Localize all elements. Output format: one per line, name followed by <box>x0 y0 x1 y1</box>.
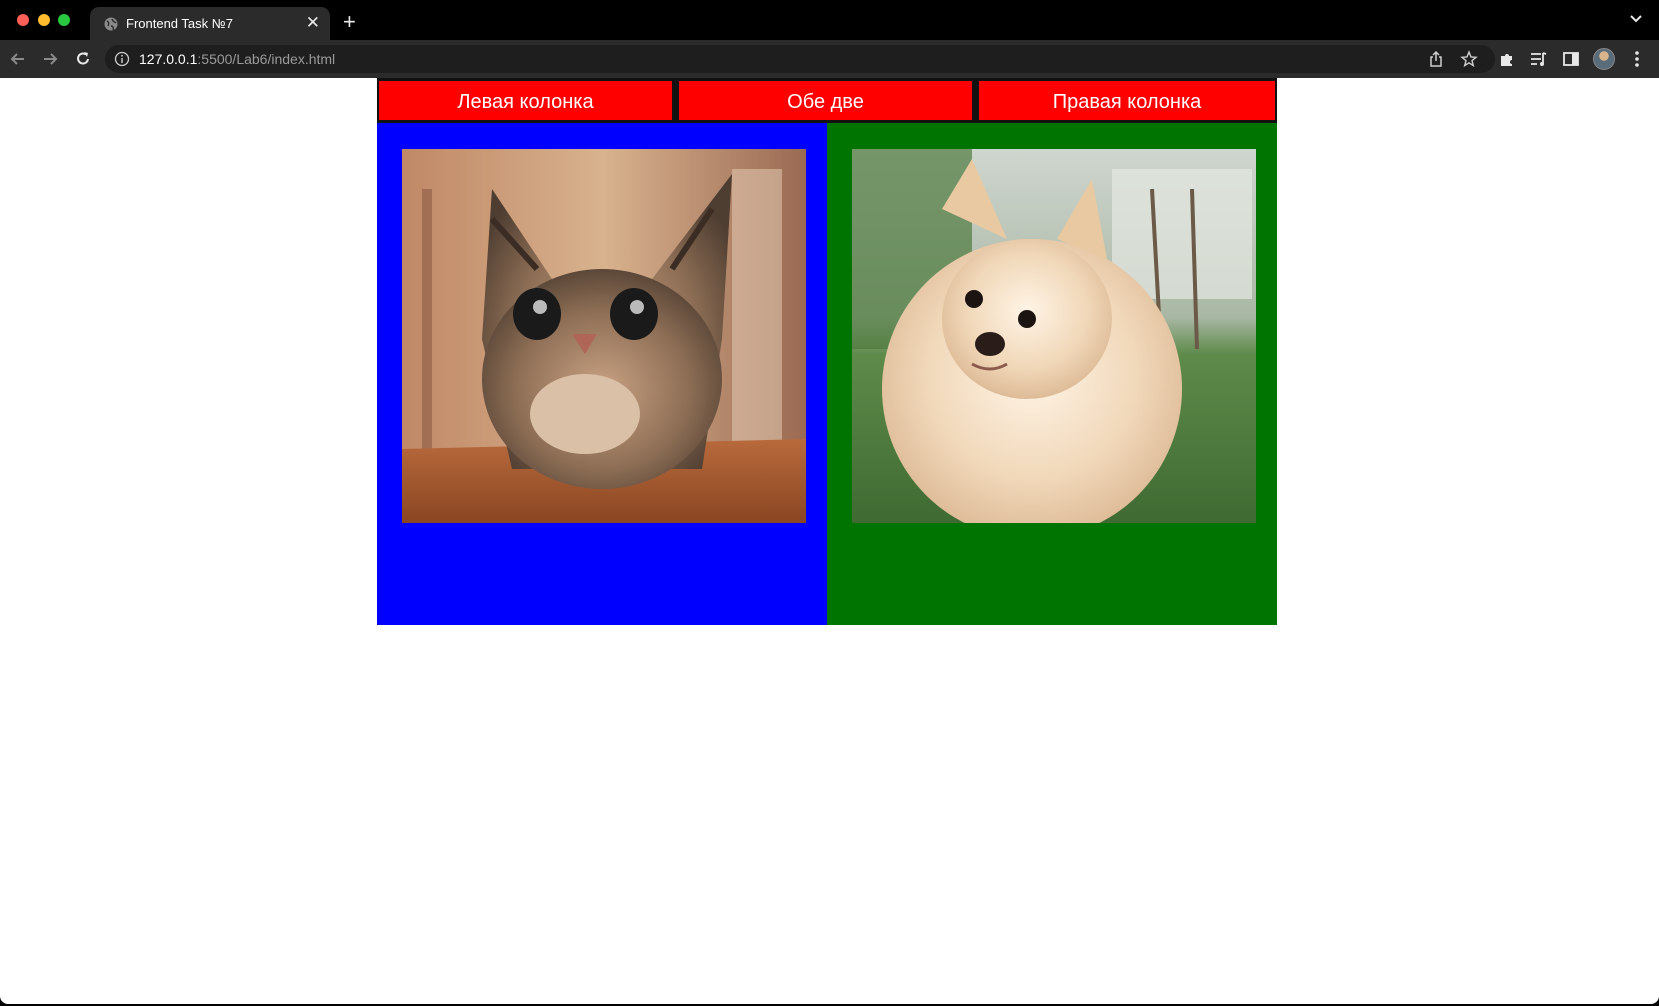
profile-avatar[interactable] <box>1593 48 1615 70</box>
browser-window: Frontend Task №7 ✕ + 127.0.0.1:5500/Lab6… <box>0 0 1659 1006</box>
browser-tab[interactable]: Frontend Task №7 ✕ <box>90 7 330 41</box>
toolbar: 127.0.0.1:5500/Lab6/index.html <box>0 40 1659 78</box>
globe-icon <box>104 17 118 31</box>
maximize-window-button[interactable] <box>58 14 70 26</box>
right-column-button[interactable]: Правая колонка <box>977 79 1277 122</box>
url-path: :5500/Lab6/index.html <box>197 51 336 67</box>
url-text: 127.0.0.1:5500/Lab6/index.html <box>139 51 335 67</box>
site-info-icon[interactable] <box>114 51 130 67</box>
left-column <box>377 123 827 625</box>
tab-title: Frontend Task №7 <box>126 16 233 31</box>
tab-strip: Frontend Task №7 ✕ + <box>0 0 1659 41</box>
tab-search-chevron-icon[interactable] <box>1629 12 1643 26</box>
close-window-button[interactable] <box>17 14 29 26</box>
cat-photo <box>402 149 806 523</box>
url-host: 127.0.0.1 <box>139 51 198 67</box>
side-panel-icon[interactable] <box>1561 49 1581 69</box>
back-arrow-icon[interactable] <box>8 49 28 69</box>
share-icon[interactable] <box>1427 50 1445 68</box>
page-viewport: Левая колонка Обе две Правая колонка <box>0 78 1659 1004</box>
forward-arrow-icon[interactable] <box>40 49 60 69</box>
bookmark-star-icon[interactable] <box>1460 50 1478 68</box>
more-menu-icon[interactable] <box>1627 49 1647 69</box>
left-column-button[interactable]: Левая колонка <box>377 79 674 122</box>
close-tab-icon[interactable]: ✕ <box>306 13 320 33</box>
extensions-puzzle-icon[interactable] <box>1497 49 1517 69</box>
both-columns-button[interactable]: Обе две <box>677 79 974 122</box>
new-tab-button[interactable]: + <box>343 9 356 35</box>
button-row: Левая колонка Обе две Правая колонка <box>377 78 1277 123</box>
address-bar[interactable]: 127.0.0.1:5500/Lab6/index.html <box>105 45 1495 73</box>
right-column <box>827 123 1277 625</box>
reading-list-icon[interactable] <box>1528 49 1548 69</box>
pomeranian-dog-photo <box>852 149 1256 523</box>
minimize-window-button[interactable] <box>38 14 50 26</box>
reload-icon[interactable] <box>73 49 93 69</box>
